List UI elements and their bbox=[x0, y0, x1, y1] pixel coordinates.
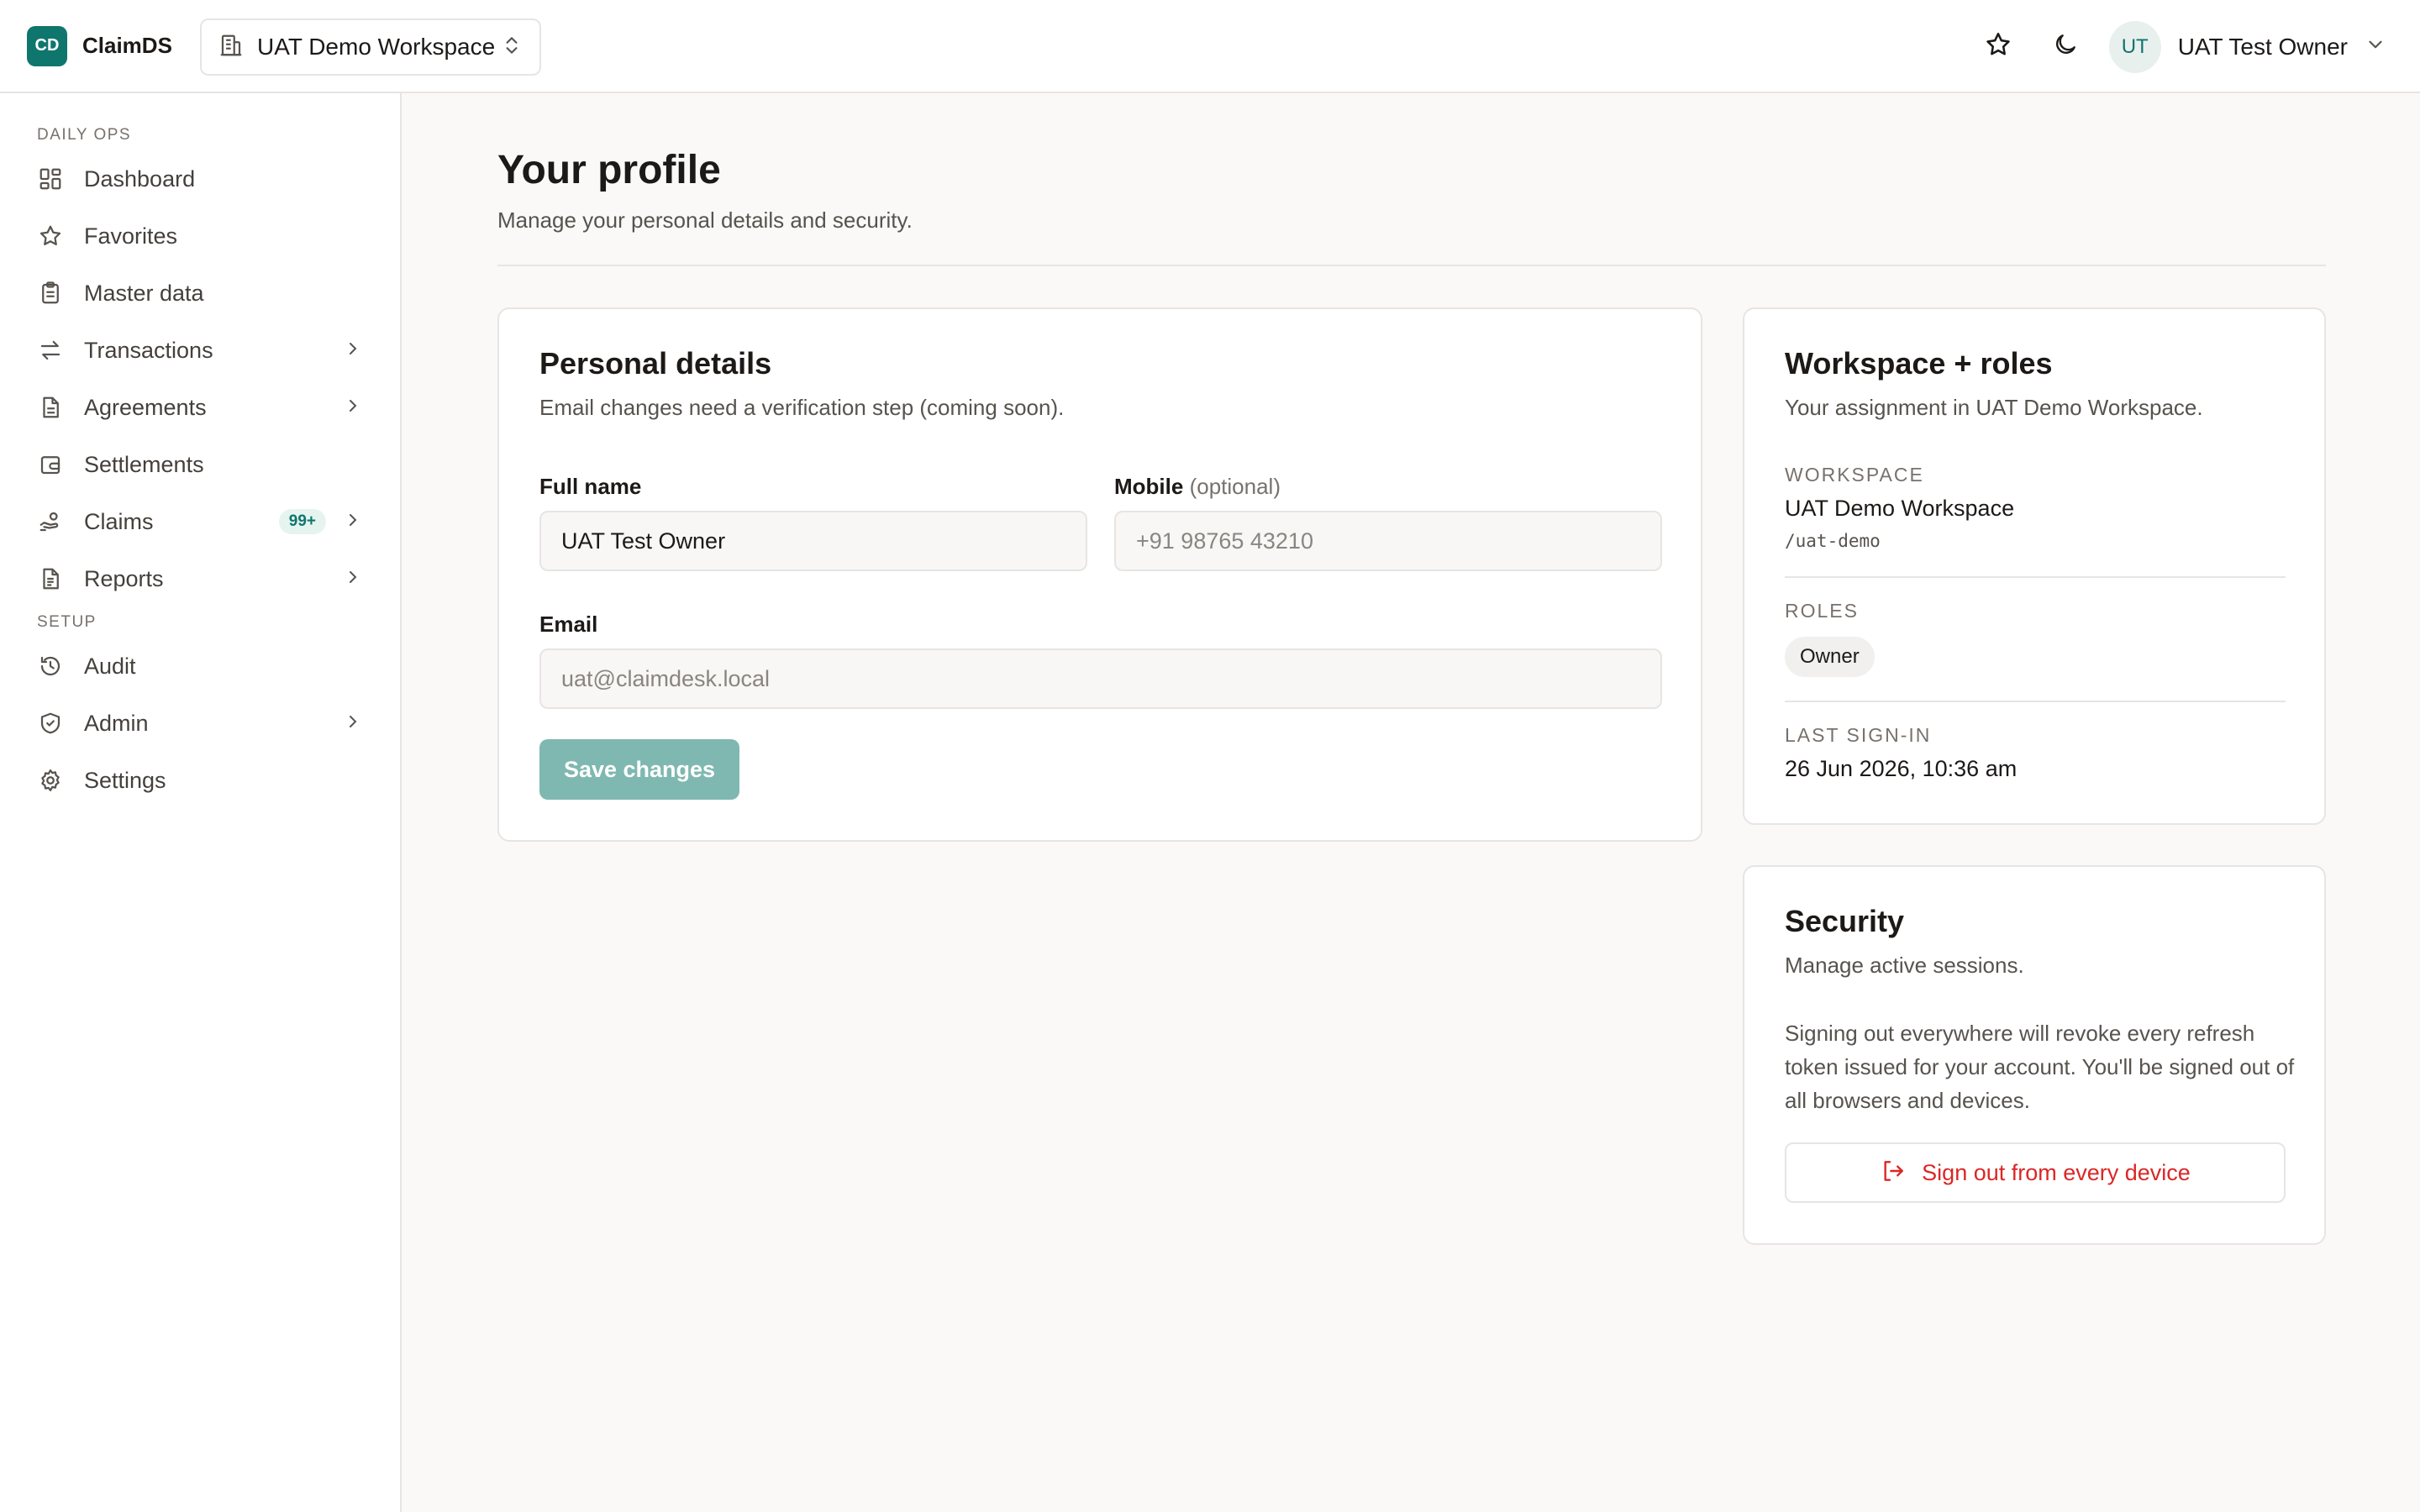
nav-section-setup: SETUP bbox=[37, 613, 97, 631]
workspace-name: UAT Demo Workspace bbox=[1785, 496, 2015, 521]
roles-meta-label: ROLES bbox=[1785, 600, 1859, 622]
building-icon bbox=[218, 33, 244, 62]
last-signin-label: LAST SIGN-IN bbox=[1785, 724, 1932, 746]
personal-details-title: Personal details bbox=[539, 346, 772, 381]
theme-toggle-button[interactable] bbox=[2042, 24, 2089, 71]
workspace-switcher[interactable]: UAT Demo Workspace bbox=[200, 18, 541, 76]
email-label: Email bbox=[539, 612, 598, 637]
full-name-label: Full name bbox=[539, 474, 642, 499]
meta-divider bbox=[1785, 701, 2286, 702]
sidebar-item-label: Admin bbox=[84, 710, 149, 736]
chevron-right-icon bbox=[343, 510, 363, 534]
sign-out-all-devices-button[interactable]: Sign out from every device bbox=[1785, 1142, 2286, 1203]
sidebar-item-label: Audit bbox=[84, 653, 136, 679]
full-name-input[interactable] bbox=[539, 511, 1087, 571]
sidebar-item-admin[interactable]: Admin bbox=[0, 695, 400, 752]
meta-divider bbox=[1785, 576, 2286, 578]
security-title: Security bbox=[1785, 904, 1905, 938]
security-description: Signing out everywhere will revoke every… bbox=[1785, 1021, 2295, 1113]
star-icon bbox=[37, 223, 64, 249]
sidebar-item-label: Transactions bbox=[84, 337, 213, 363]
sidebar-item-label: Agreements bbox=[84, 394, 207, 420]
sidebar-item-dashboard[interactable]: Dashboard bbox=[0, 150, 400, 207]
chevron-right-icon bbox=[343, 711, 363, 736]
brand-name: ClaimDS bbox=[82, 33, 172, 58]
sidebar-item-agreements[interactable]: Agreements bbox=[0, 379, 400, 436]
log-out-icon bbox=[1880, 1158, 1907, 1189]
page-title: Your profile bbox=[497, 148, 721, 192]
shield-icon bbox=[37, 710, 64, 737]
workspace-switcher-label: UAT Demo Workspace bbox=[257, 34, 496, 60]
role-badge: Owner bbox=[1785, 637, 1875, 677]
top-bar: CD ClaimDS UAT Demo Workspace UT UAT Tes… bbox=[0, 0, 2420, 93]
header-divider bbox=[497, 265, 2326, 266]
sidebar-item-master-data[interactable]: Master data bbox=[0, 265, 400, 322]
chevron-down-icon bbox=[2365, 34, 2386, 60]
user-name: UAT Test Owner bbox=[2177, 33, 2348, 60]
avatar: UT bbox=[2108, 20, 2161, 73]
personal-details-subtitle: Email changes need a verification step (… bbox=[539, 395, 1065, 420]
workspace-slug: /uat-demo bbox=[1785, 531, 1881, 551]
mobile-optional-hint: (optional) bbox=[1189, 474, 1281, 499]
page-subtitle: Manage your personal details and securit… bbox=[497, 207, 913, 233]
brand[interactable]: CD ClaimDS bbox=[27, 25, 172, 66]
chevron-up-down-icon bbox=[501, 34, 523, 60]
workspace-roles-card: Workspace + roles Your assignment in UAT… bbox=[1743, 307, 2326, 825]
claims-count-badge: 99+ bbox=[278, 509, 326, 534]
mobile-input[interactable] bbox=[1114, 511, 1662, 571]
sidebar-item-label: Claims bbox=[84, 508, 154, 534]
sidebar-item-settlements[interactable]: Settlements bbox=[0, 436, 400, 493]
email-input[interactable] bbox=[539, 648, 1662, 709]
wallet-icon bbox=[37, 451, 64, 478]
grid-icon bbox=[37, 165, 64, 192]
chevron-right-icon bbox=[343, 339, 363, 363]
moon-icon bbox=[2052, 31, 2079, 62]
security-subtitle: Manage active sessions. bbox=[1785, 953, 2024, 978]
clipboard-icon bbox=[37, 280, 64, 307]
hand-coins-icon bbox=[37, 508, 64, 535]
sidebar-item-label: Favorites bbox=[84, 223, 178, 249]
user-menu[interactable]: UT UAT Test Owner bbox=[2108, 20, 2386, 73]
brand-logo: CD bbox=[27, 25, 67, 66]
sidebar-item-label: Settings bbox=[84, 767, 166, 793]
report-icon bbox=[37, 565, 64, 592]
sidebar-item-label: Master data bbox=[84, 280, 204, 306]
sidebar: DAILY OPS Dashboard Favorites Master dat… bbox=[0, 93, 402, 1512]
sidebar-item-transactions[interactable]: Transactions bbox=[0, 322, 400, 379]
nav-section-daily-ops: DAILY OPS bbox=[37, 126, 132, 144]
sidebar-item-label: Dashboard bbox=[84, 165, 196, 192]
sidebar-item-reports[interactable]: Reports bbox=[0, 550, 400, 607]
favorite-button[interactable] bbox=[1975, 24, 2022, 71]
sign-out-label: Sign out from every device bbox=[1922, 1159, 2191, 1185]
workspace-roles-title: Workspace + roles bbox=[1785, 346, 2053, 381]
workspace-roles-subtitle: Your assignment in UAT Demo Workspace. bbox=[1785, 395, 2203, 420]
security-card: Security Manage active sessions. Signing… bbox=[1743, 865, 2326, 1245]
sidebar-item-label: Reports bbox=[84, 565, 164, 591]
chevron-right-icon bbox=[343, 567, 363, 591]
personal-details-card: Personal details Email changes need a ve… bbox=[497, 307, 1702, 842]
gear-icon bbox=[37, 767, 64, 794]
arrows-icon bbox=[37, 337, 64, 364]
sidebar-item-label: Settlements bbox=[84, 451, 204, 477]
sidebar-item-favorites[interactable]: Favorites bbox=[0, 207, 400, 265]
sidebar-item-claims[interactable]: Claims 99+ bbox=[0, 493, 400, 550]
sidebar-item-audit[interactable]: Audit bbox=[0, 638, 400, 695]
mobile-label: Mobile (optional) bbox=[1114, 474, 1281, 499]
chevron-right-icon bbox=[343, 396, 363, 420]
save-changes-button[interactable]: Save changes bbox=[539, 739, 739, 800]
history-icon bbox=[37, 653, 64, 680]
star-icon bbox=[1984, 30, 2012, 63]
document-icon bbox=[37, 394, 64, 421]
sidebar-item-settings[interactable]: Settings bbox=[0, 752, 400, 809]
workspace-meta-label: WORKSPACE bbox=[1785, 464, 1924, 486]
last-signin-value: 26 Jun 2026, 10:36 am bbox=[1785, 756, 2018, 781]
